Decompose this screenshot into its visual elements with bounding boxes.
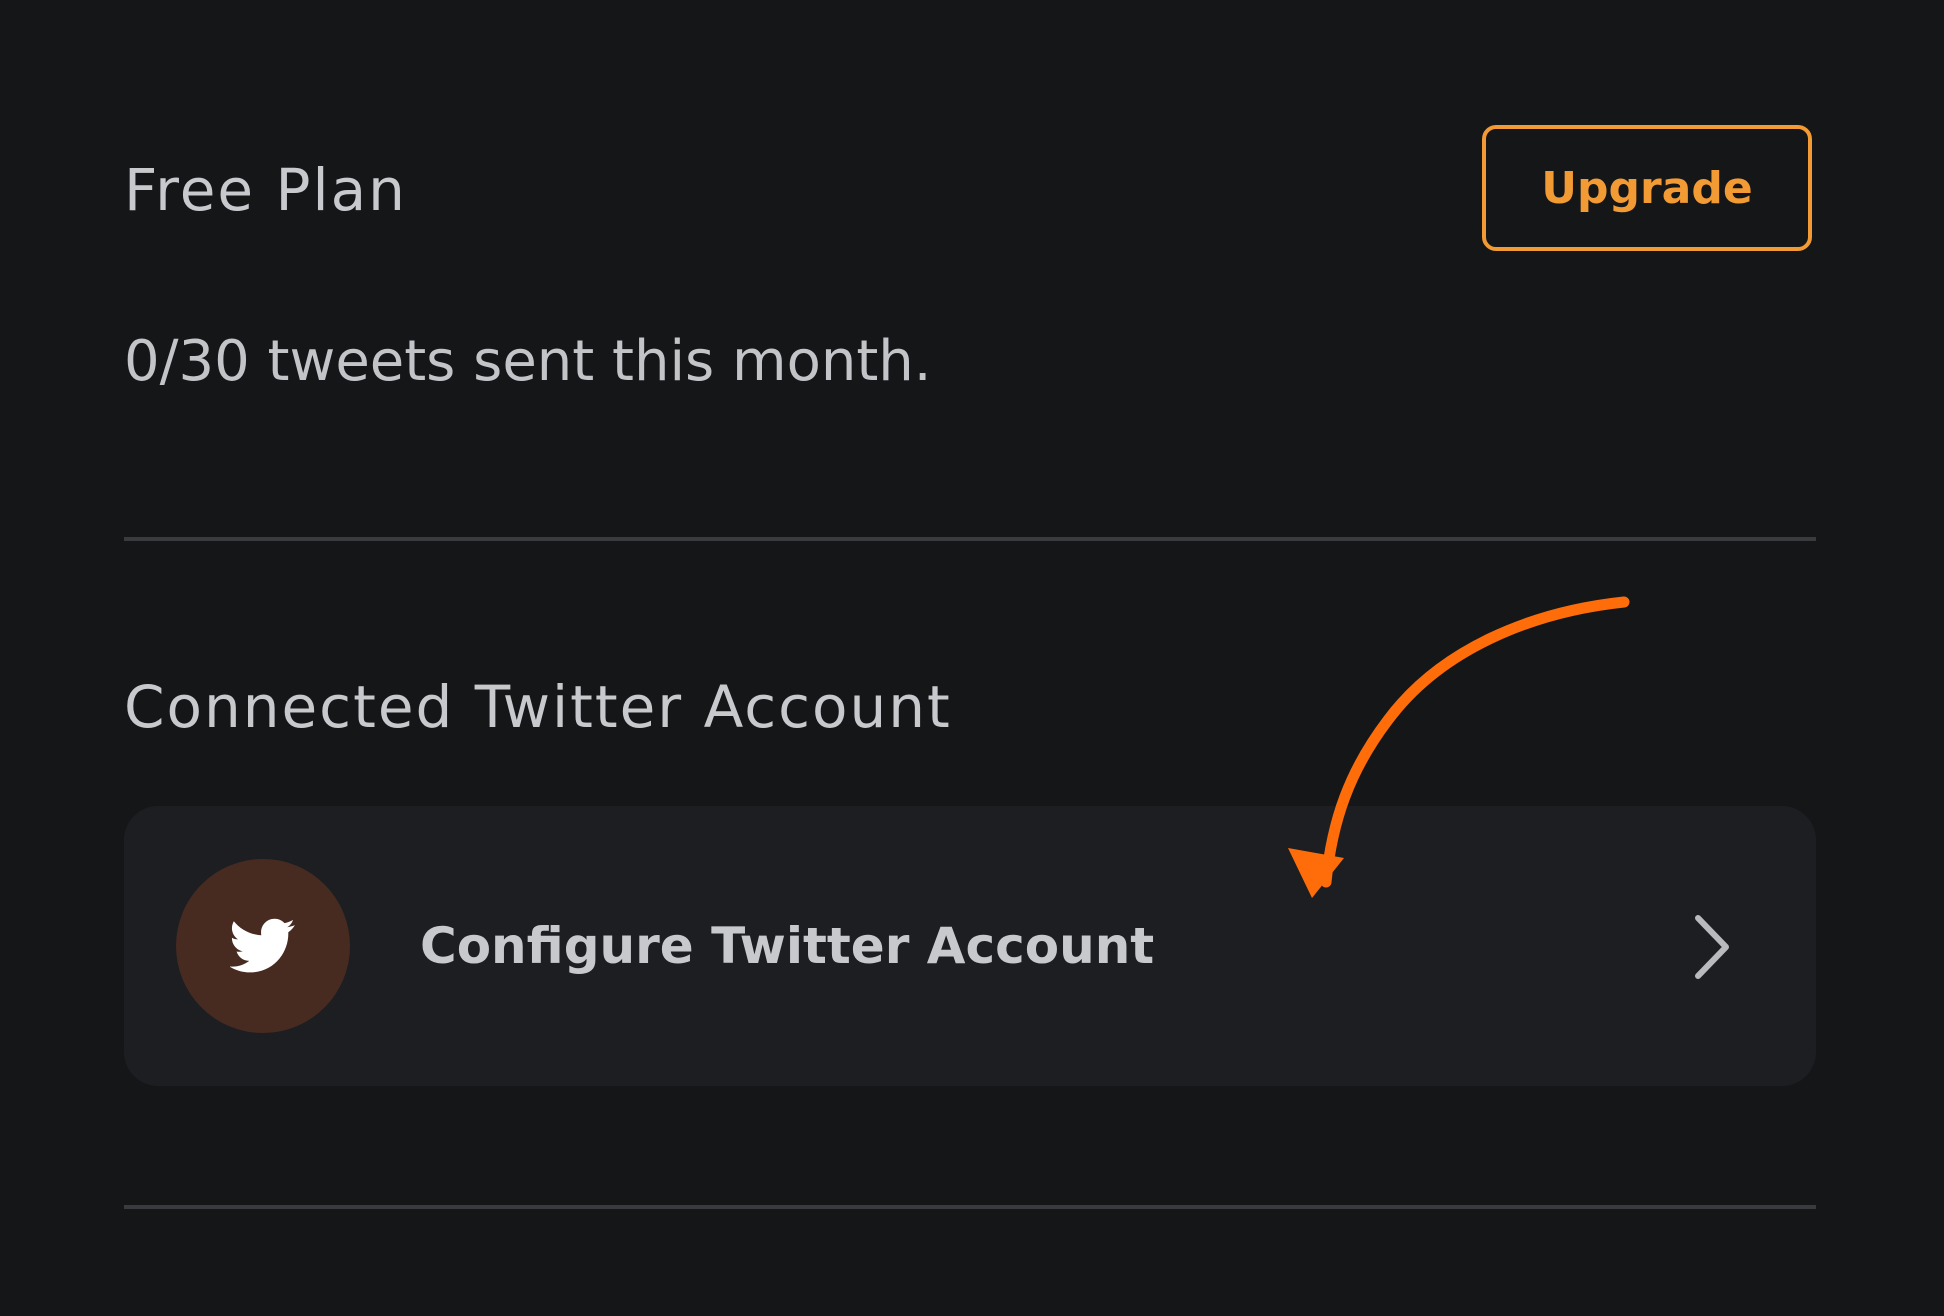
divider <box>124 537 1816 541</box>
configure-twitter-account-button[interactable]: Configure Twitter Account <box>124 806 1816 1086</box>
usage-text: 0/30 tweets sent this month. <box>124 329 932 394</box>
plan-title: Free Plan <box>124 156 407 224</box>
chevron-right-icon <box>1695 915 1729 979</box>
configure-twitter-label: Configure Twitter Account <box>420 917 1155 975</box>
upgrade-button[interactable]: Upgrade <box>1482 125 1812 251</box>
divider <box>124 1205 1816 1209</box>
twitter-bird-icon <box>230 918 295 973</box>
connected-account-heading: Connected Twitter Account <box>124 673 952 741</box>
twitter-avatar <box>176 859 350 1033</box>
settings-page: Free Plan Upgrade 0/30 tweets sent this … <box>0 0 1944 1316</box>
